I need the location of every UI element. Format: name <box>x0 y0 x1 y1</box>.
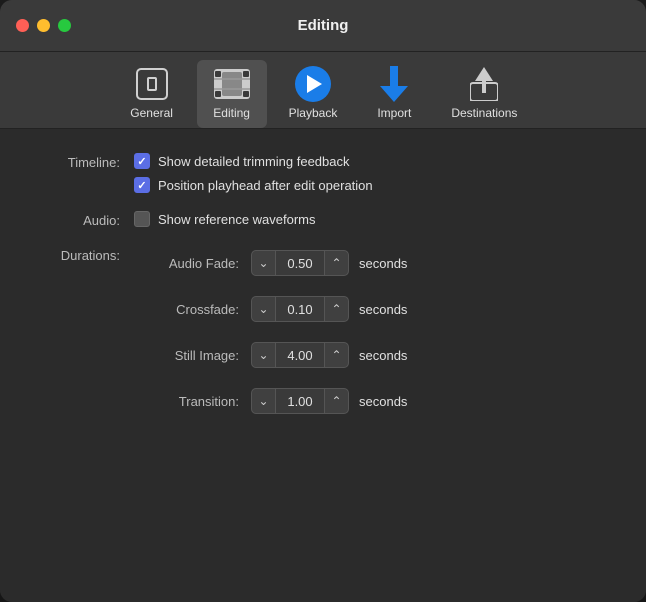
general-icon-box <box>136 68 168 100</box>
crossfade-unit: seconds <box>359 302 407 317</box>
trimming-label: Show detailed trimming feedback <box>158 154 350 169</box>
crossfade-stepper[interactable]: ⌄ 0.10 ⌃ <box>251 296 349 322</box>
play-triangle-icon <box>307 75 322 93</box>
timeline-section: Timeline: Show detailed trimming feedbac… <box>30 153 616 193</box>
audio-fade-value: 0.50 <box>276 250 324 276</box>
audio-fade-decrement[interactable]: ⌄ <box>252 250 276 276</box>
playhead-label: Position playhead after edit operation <box>158 178 373 193</box>
still-image-stepper[interactable]: ⌄ 4.00 ⌃ <box>251 342 349 368</box>
minimize-button[interactable] <box>37 19 50 32</box>
destinations-icon <box>466 66 502 102</box>
still-image-increment[interactable]: ⌃ <box>324 342 348 368</box>
playback-circle <box>295 66 331 102</box>
crossfade-label: Crossfade: <box>134 302 239 317</box>
window-title: Editing <box>298 17 349 34</box>
general-icon <box>134 66 170 102</box>
destinations-svg <box>470 67 498 101</box>
playback-icon <box>295 66 331 102</box>
crossfade-value: 0.10 <box>276 296 324 322</box>
still-image-unit: seconds <box>359 348 407 363</box>
crossfade-increment[interactable]: ⌃ <box>324 296 348 322</box>
still-image-row: Still Image: ⌄ 4.00 ⌃ seconds <box>134 342 407 368</box>
playhead-checkbox[interactable] <box>134 177 150 193</box>
toolbar-item-import[interactable]: Import <box>359 60 429 128</box>
timeline-label: Timeline: <box>30 153 120 170</box>
import-arrow-svg <box>380 66 408 102</box>
transition-label: Transition: <box>134 394 239 409</box>
general-icon-inner <box>147 77 157 91</box>
destinations-label: Destinations <box>451 106 517 120</box>
audio-content: Show reference waveforms <box>134 211 316 227</box>
playback-label: Playback <box>289 106 338 120</box>
trimming-checkbox[interactable] <box>134 153 150 169</box>
audio-section: Audio: Show reference waveforms <box>30 211 616 228</box>
general-label: General <box>130 106 173 120</box>
app-window: Editing General <box>0 0 646 602</box>
close-button[interactable] <box>16 19 29 32</box>
content-area: Timeline: Show detailed trimming feedbac… <box>0 129 646 602</box>
crossfade-decrement[interactable]: ⌄ <box>252 296 276 322</box>
transition-unit: seconds <box>359 394 407 409</box>
audio-fade-increment[interactable]: ⌃ <box>324 250 348 276</box>
film-strip-svg <box>214 69 250 99</box>
toolbar-item-editing[interactable]: Editing <box>197 60 267 128</box>
import-label: Import <box>377 106 411 120</box>
audio-fade-unit: seconds <box>359 256 407 271</box>
crossfade-row: Crossfade: ⌄ 0.10 ⌃ seconds <box>134 296 407 322</box>
timeline-content: Show detailed trimming feedback Position… <box>134 153 373 193</box>
toolbar-item-general[interactable]: General <box>117 60 187 128</box>
durations-content: Audio Fade: ⌄ 0.50 ⌃ seconds Crossfade: … <box>134 250 407 426</box>
still-image-label: Still Image: <box>134 348 239 363</box>
transition-increment[interactable]: ⌃ <box>324 388 348 414</box>
playhead-checkbox-row: Position playhead after edit operation <box>134 177 373 193</box>
still-image-decrement[interactable]: ⌄ <box>252 342 276 368</box>
audio-fade-label: Audio Fade: <box>134 256 239 271</box>
import-icon <box>376 66 412 102</box>
title-bar: Editing <box>0 0 646 52</box>
still-image-value: 4.00 <box>276 342 324 368</box>
editing-label: Editing <box>213 106 250 120</box>
toolbar: General Editing <box>0 52 646 129</box>
transition-stepper[interactable]: ⌄ 1.00 ⌃ <box>251 388 349 414</box>
toolbar-item-playback[interactable]: Playback <box>277 60 350 128</box>
waveforms-checkbox-row: Show reference waveforms <box>134 211 316 227</box>
trimming-checkbox-row: Show detailed trimming feedback <box>134 153 373 169</box>
durations-section: Durations: Audio Fade: ⌄ 0.50 ⌃ seconds … <box>30 246 616 426</box>
audio-fade-row: Audio Fade: ⌄ 0.50 ⌃ seconds <box>134 250 407 276</box>
waveforms-checkbox[interactable] <box>134 211 150 227</box>
waveforms-label: Show reference waveforms <box>158 212 316 227</box>
maximize-button[interactable] <box>58 19 71 32</box>
transition-row: Transition: ⌄ 1.00 ⌃ seconds <box>134 388 407 414</box>
transition-decrement[interactable]: ⌄ <box>252 388 276 414</box>
editing-icon <box>214 66 250 102</box>
traffic-lights <box>16 19 71 32</box>
toolbar-item-destinations[interactable]: Destinations <box>439 60 529 128</box>
durations-label: Durations: <box>30 246 120 263</box>
audio-fade-stepper[interactable]: ⌄ 0.50 ⌃ <box>251 250 349 276</box>
audio-label: Audio: <box>30 211 120 228</box>
transition-value: 1.00 <box>276 388 324 414</box>
